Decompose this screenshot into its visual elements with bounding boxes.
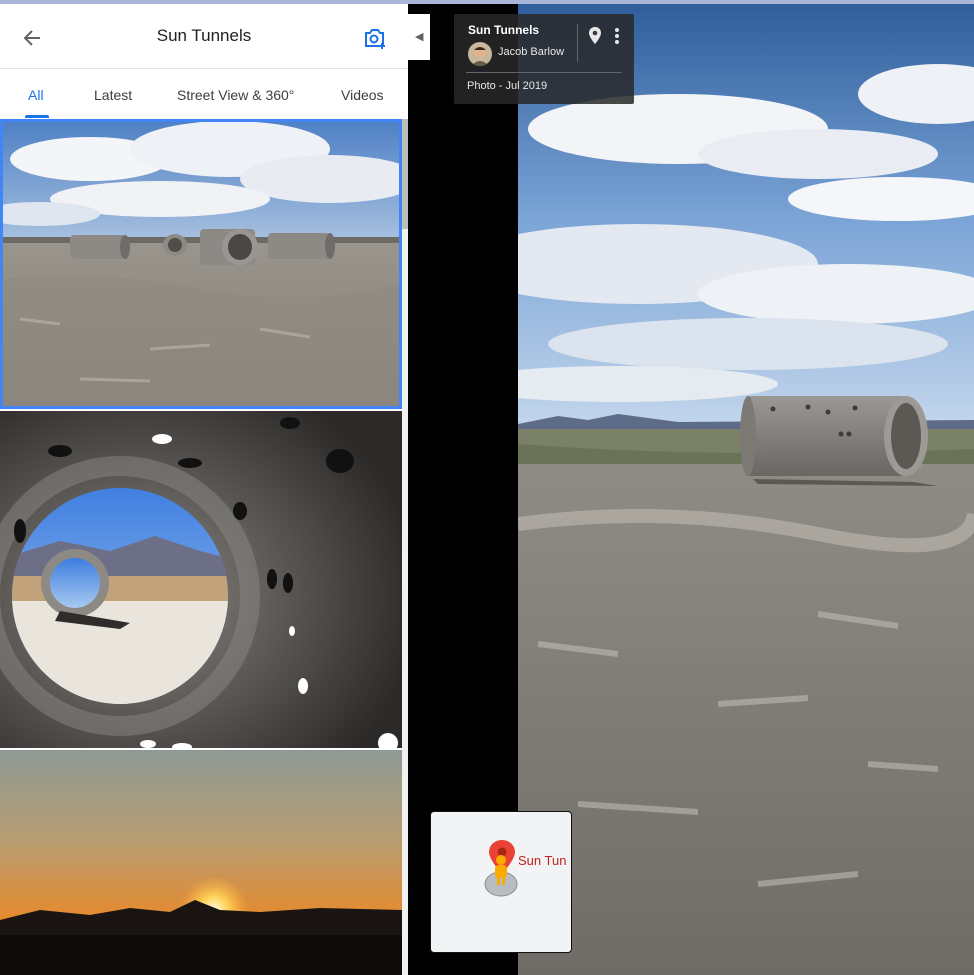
tab-latest[interactable]: Latest [94,87,132,103]
sunset-image [0,750,402,975]
photo-date: Photo - Jul 2019 [467,80,548,92]
scrollbar-thumb[interactable] [402,119,408,229]
tunnel-interior-image [0,411,402,748]
main-photo-image [518,4,974,975]
chevron-left-icon: ◀ [415,31,424,43]
photo-thumbnail[interactable] [0,119,402,409]
photos-panel: Sun Tunnels All Latest Street View & 360… [0,4,408,975]
photo-info-card: Sun Tunnels Jacob Barlow Photo - Jul 201… [454,14,634,104]
divider [466,72,622,73]
active-tab-indicator [25,115,49,118]
collapse-panel-button[interactable]: ◀ [408,14,430,60]
map-place-label: Sun Tun [518,853,567,868]
more-vert-icon [615,28,619,44]
tab-all[interactable]: All [28,87,44,103]
location-pin-icon [589,27,601,44]
tab-videos[interactable]: Videos [341,87,384,103]
mini-map[interactable]: Sun Tun [430,811,572,953]
map-marker-icon [484,840,518,897]
photos-scrollbar[interactable] [402,119,408,975]
photo-tabs: All Latest Street View & 360° Videos [0,69,408,120]
place-title[interactable]: Sun Tunnels [468,23,539,37]
camera-plus-icon [365,29,385,49]
panel-header: Sun Tunnels [0,4,408,69]
photo-viewer[interactable] [518,4,974,975]
page-title: Sun Tunnels [156,26,252,45]
divider [577,24,578,62]
location-button[interactable] [587,26,603,46]
photo-thumbnail[interactable] [0,750,402,975]
photo-thumbnail[interactable] [0,411,402,748]
tab-street-view-360[interactable]: Street View & 360° [177,87,294,103]
user-avatar-image [468,42,492,66]
avatar[interactable] [468,42,492,66]
more-options-button[interactable] [610,26,624,46]
desert-tunnels-image [0,119,402,409]
author-name[interactable]: Jacob Barlow [498,46,564,58]
add-photo-button[interactable] [361,24,389,52]
